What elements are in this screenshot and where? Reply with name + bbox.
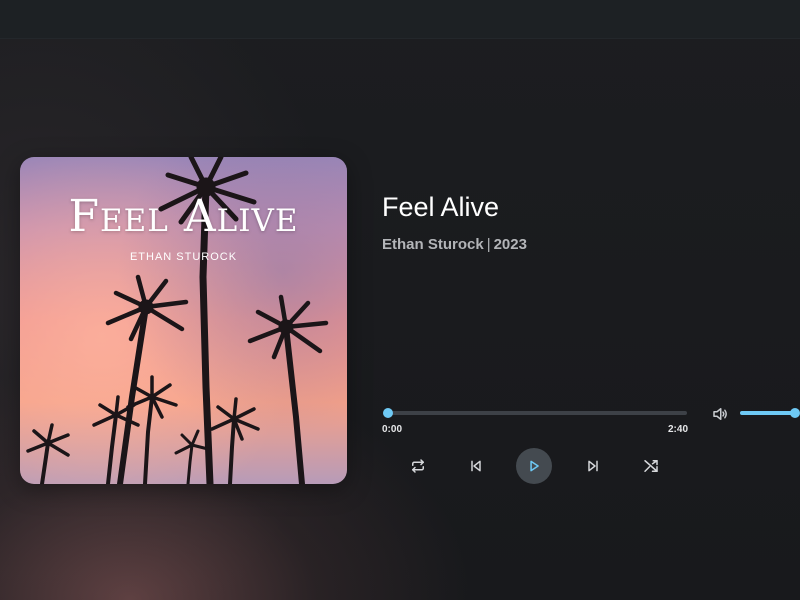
skip-next-icon bbox=[588, 460, 598, 472]
album-cover-artist: ETHAN STUROCK bbox=[129, 251, 238, 263]
music-player: Feel Alive ETHAN STUROCK Feel Alive Etha… bbox=[0, 0, 800, 600]
shuffle-icon bbox=[644, 460, 658, 472]
skip-previous-icon bbox=[471, 460, 481, 472]
volume-icon[interactable] bbox=[711, 405, 729, 423]
progress-slider[interactable] bbox=[383, 408, 687, 418]
track-year: 2023 bbox=[493, 236, 527, 253]
repeat-icon bbox=[412, 459, 424, 473]
album-cover-title: Feel Alive bbox=[68, 191, 299, 242]
volume-slider[interactable] bbox=[740, 408, 800, 418]
top-bar bbox=[0, 0, 800, 39]
track-meta-separator: | bbox=[486, 236, 491, 253]
play-icon bbox=[530, 460, 539, 472]
album-art: Feel Alive ETHAN STUROCK bbox=[20, 157, 347, 484]
progress-thumb[interactable] bbox=[383, 408, 393, 418]
current-time: 0:00 bbox=[382, 424, 403, 435]
volume-fill bbox=[740, 411, 795, 415]
shuffle-button[interactable] bbox=[640, 455, 662, 477]
progress-track bbox=[383, 411, 687, 415]
next-button[interactable] bbox=[582, 455, 604, 477]
previous-button[interactable] bbox=[465, 455, 487, 477]
volume-thumb[interactable] bbox=[790, 408, 800, 418]
repeat-button[interactable] bbox=[407, 455, 429, 477]
total-time: 2:40 bbox=[668, 424, 689, 435]
play-button[interactable] bbox=[516, 448, 552, 484]
track-meta: Ethan Sturock | 2023 bbox=[382, 236, 527, 253]
track-artist[interactable]: Ethan Sturock bbox=[382, 236, 484, 253]
track-title: Feel Alive bbox=[382, 192, 500, 222]
